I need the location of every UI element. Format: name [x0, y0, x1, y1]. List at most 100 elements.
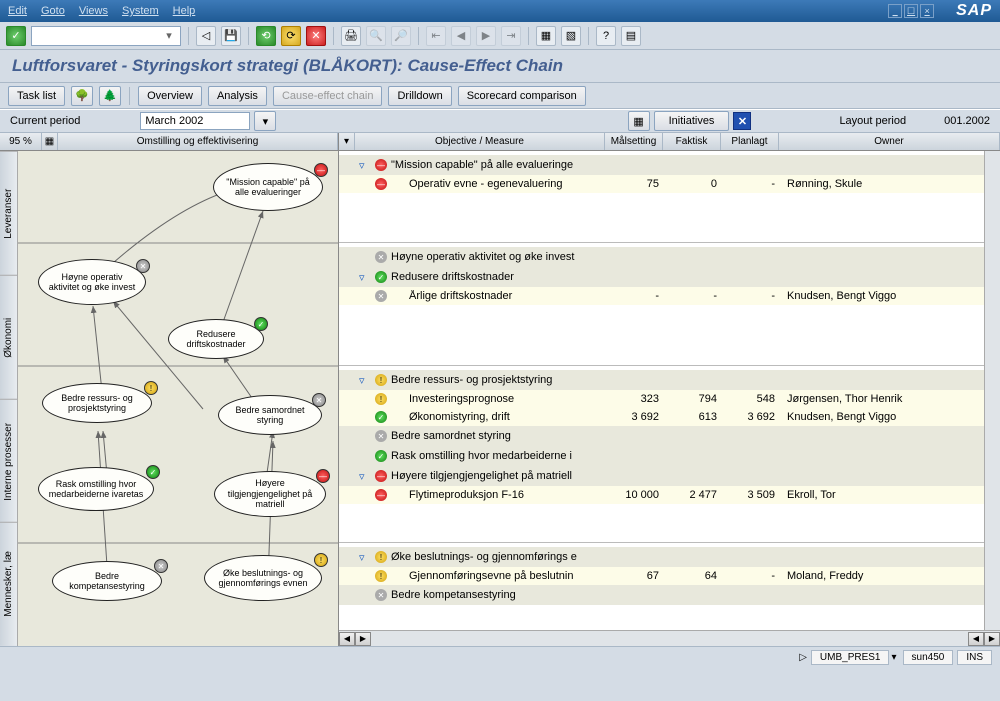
status-yellow-icon: !: [375, 551, 387, 563]
menu-help[interactable]: Help: [173, 5, 196, 17]
vertical-scrollbar[interactable]: [984, 151, 1000, 630]
back-button[interactable]: ◁: [196, 26, 216, 46]
next-page-button[interactable]: ▶: [476, 26, 496, 46]
close-initiatives-button[interactable]: ✕: [733, 112, 751, 130]
current-period-field[interactable]: March 2002: [140, 112, 250, 130]
col-toggle[interactable]: ▾: [339, 133, 355, 150]
node-bedre-samordnet[interactable]: Bedre samordnet styring: [218, 395, 322, 435]
save-button[interactable]: 💾: [221, 26, 241, 46]
twistie-icon[interactable]: ▿: [359, 159, 373, 172]
status-gray-icon: ✕: [375, 251, 387, 263]
exit-button[interactable]: ⟳: [281, 26, 301, 46]
twistie-icon[interactable]: ▿: [359, 551, 373, 564]
col-plan[interactable]: Planlagt: [721, 133, 779, 150]
horizontal-scrollbar[interactable]: ◀ ▶ ◀ ▶: [339, 630, 1000, 646]
layout-period-label: Layout period: [839, 115, 906, 127]
scorecard-button[interactable]: Scorecard comparison: [458, 86, 586, 106]
node-bedre-komp[interactable]: Bedre kompetansestyring: [52, 561, 162, 601]
print-button[interactable]: 🖨: [341, 26, 361, 46]
analysis-button[interactable]: Analysis: [208, 86, 267, 106]
scroll-left-icon[interactable]: ◀: [339, 632, 355, 646]
menu-edit[interactable]: Edit: [8, 5, 27, 17]
vtab-leveranser[interactable]: Leveranser: [0, 151, 17, 275]
col-actual[interactable]: Faktisk: [663, 133, 721, 150]
objective-row[interactable]: ▿!Øke beslutnings- og gjennomførings e: [339, 547, 984, 567]
vtab-mennesker[interactable]: Mennesker, læ: [0, 522, 17, 646]
node-bedre-ressurs[interactable]: Bedre ressurs- og prosjektstyring: [42, 383, 152, 423]
scroll-right-icon[interactable]: ▶: [355, 632, 371, 646]
tasklist-button[interactable]: Task list: [8, 86, 65, 106]
cause-effect-button[interactable]: Cause-effect chain: [273, 86, 383, 106]
col-objective[interactable]: Objective / Measure: [355, 133, 605, 150]
objective-row[interactable]: ✓Rask omstilling hvor medarbeiderne i: [339, 446, 984, 466]
status-red-icon: —: [316, 469, 330, 483]
measure-row[interactable]: ✓Økonomistyring, drift3 6926133 692Knuds…: [339, 408, 984, 426]
enter-button[interactable]: ✓: [6, 26, 26, 46]
new-session-button[interactable]: ▦: [536, 26, 556, 46]
cause-effect-diagram[interactable]: "Mission capable" på alle evalueringer —…: [18, 151, 338, 646]
status-green-icon: ✓: [375, 411, 387, 423]
cancel-button[interactable]: ✕: [306, 26, 326, 46]
measure-row[interactable]: ✕Årlige driftskostnader---Knudsen, Bengt…: [339, 287, 984, 305]
objective-row[interactable]: ▿—"Mission capable" på alle evalueringe: [339, 155, 984, 175]
node-redusere[interactable]: Redusere driftskostnader: [168, 319, 264, 359]
objective-name: Bedre samordnet styring: [389, 430, 609, 442]
objective-row[interactable]: ▿!Bedre ressurs- og prosjektstyring: [339, 370, 984, 390]
period-dropdown[interactable]: ▾: [254, 111, 276, 131]
twistie-icon[interactable]: ▿: [359, 271, 373, 284]
close-icon[interactable]: ×: [920, 4, 934, 18]
data-rows: ▿—"Mission capable" på alle evalueringe—…: [339, 151, 984, 630]
nav-back-button[interactable]: ⟲: [256, 26, 276, 46]
find-next-button[interactable]: 🔎: [391, 26, 411, 46]
shortcut-button[interactable]: ▧: [561, 26, 581, 46]
maximize-icon[interactable]: ☐: [904, 4, 918, 18]
menu-goto[interactable]: Goto: [41, 5, 65, 17]
overview-button[interactable]: Overview: [138, 86, 202, 106]
status-nav-icon[interactable]: ▷: [799, 652, 807, 663]
node-oke-beslutnings[interactable]: Øke beslutnings- og gjennomførings evnen: [204, 555, 322, 601]
menu-system[interactable]: System: [122, 5, 159, 17]
command-field[interactable]: ▾: [31, 26, 181, 46]
node-hoyne-operativ[interactable]: Høyne operativ aktivitet og øke invest: [38, 259, 146, 305]
initiatives-button[interactable]: Initiatives: [654, 111, 730, 131]
tree-icon-1[interactable]: 🌳: [71, 86, 93, 106]
tree-icon-2[interactable]: 🌲: [99, 86, 121, 106]
scroll-left2-icon[interactable]: ◀: [968, 632, 984, 646]
vtab-okonomi[interactable]: Økonomi: [0, 275, 17, 399]
col-target[interactable]: Målsetting: [605, 133, 663, 150]
prev-page-button[interactable]: ◀: [451, 26, 471, 46]
node-rask-omstilling[interactable]: Rask omstilling hvor medarbeiderne ivare…: [38, 467, 154, 511]
find-button[interactable]: 🔍: [366, 26, 386, 46]
measure-row[interactable]: !Investeringsprognose323794548Jørgensen,…: [339, 390, 984, 408]
status-yellow-icon: !: [314, 553, 328, 567]
measure-row[interactable]: —Operativ evne - egenevaluering750-Rønni…: [339, 175, 984, 193]
scroll-right2-icon[interactable]: ▶: [984, 632, 1000, 646]
minimize-icon[interactable]: _: [888, 4, 902, 18]
objective-row[interactable]: ✕Bedre samordnet styring: [339, 426, 984, 446]
node-mission-capable[interactable]: "Mission capable" på alle evalueringer: [213, 163, 323, 211]
help-button[interactable]: ?: [596, 26, 616, 46]
col-owner[interactable]: Owner: [779, 133, 1000, 150]
objective-row[interactable]: ✕Høyne operativ aktivitet og øke invest: [339, 247, 984, 267]
measure-row[interactable]: !Gjennomføringsevne på beslutnin6764-Mol…: [339, 567, 984, 585]
dropdown-icon[interactable]: ▾: [162, 29, 176, 42]
drilldown-button[interactable]: Drilldown: [388, 86, 451, 106]
status-yellow-icon: !: [375, 393, 387, 405]
objective-row[interactable]: ✕Bedre kompetansestyring: [339, 585, 984, 605]
twistie-icon[interactable]: ▿: [359, 374, 373, 387]
expand-all-icon[interactable]: ▦: [42, 133, 58, 150]
layout-button[interactable]: ▤: [621, 26, 641, 46]
node-hoyere-tilgj[interactable]: Høyere tilgjengjengelighet på matriell: [214, 471, 326, 517]
objective-row[interactable]: ▿—Høyere tilgjengjengelighet på matriell: [339, 466, 984, 486]
measure-row[interactable]: —Flytimeproduksjon F-1610 0002 4773 509E…: [339, 486, 984, 504]
percent-header[interactable]: 95 %: [0, 133, 42, 150]
initiatives-icon[interactable]: ▦: [628, 111, 650, 131]
actual-value: 2 477: [667, 489, 725, 501]
vtab-interne[interactable]: Interne prosesser: [0, 399, 17, 523]
first-page-button[interactable]: ⇤: [426, 26, 446, 46]
twistie-icon[interactable]: ▿: [359, 470, 373, 483]
objective-row[interactable]: ▿✓Redusere driftskostnader: [339, 267, 984, 287]
last-page-button[interactable]: ⇥: [501, 26, 521, 46]
menu-views[interactable]: Views: [79, 5, 108, 17]
statusbar: ▷ UMB_PRES1 ▾ sun450 INS: [0, 646, 1000, 668]
